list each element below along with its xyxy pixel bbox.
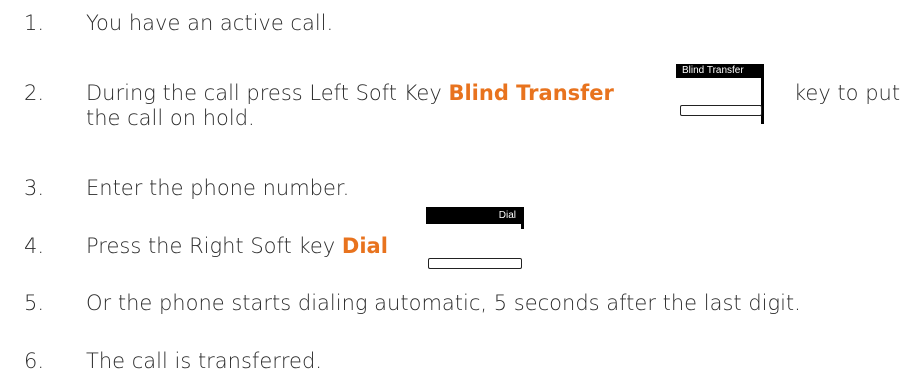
blind-transfer-softkey-graphic: Blind Transfer [676, 64, 776, 124]
step-number: 1. [24, 11, 45, 35]
step-text-after: key to put [794, 81, 901, 105]
step-text: Or the phone starts dialing automatic, 5… [86, 291, 801, 315]
step-text: Press the Right Soft key Dial [86, 234, 388, 258]
step-text: You have an active call. [86, 11, 334, 35]
softkey-label-bar: Dial [426, 207, 524, 224]
highlight-dial: Dial [341, 234, 388, 258]
step-number: 5. [24, 291, 45, 315]
softkey-label: Dial [498, 210, 516, 221]
softkey-button-icon [680, 105, 762, 116]
softkey-label: Blind Transfer [682, 65, 744, 76]
dial-softkey-graphic: Dial [426, 207, 526, 269]
step-text-before: Press the Right Soft key [86, 234, 342, 258]
step-text: During the call press Left Soft Key Blin… [86, 81, 614, 105]
step-text-before: During the call press Left Soft Key [86, 81, 449, 105]
step-number: 2. [24, 81, 45, 105]
highlight-blind-transfer: Blind Transfer [448, 81, 614, 105]
step-number: 4. [24, 234, 45, 258]
softkey-button-icon [428, 258, 522, 269]
softkey-screen-edge [521, 207, 524, 229]
step-text-line2: the call on hold. [86, 106, 255, 130]
step-number: 3. [24, 176, 45, 200]
softkey-label-bar: Blind Transfer [676, 64, 762, 78]
step-text: The call is transferred. [86, 349, 322, 373]
step-number: 6. [24, 349, 45, 373]
step-text: Enter the phone number. [86, 176, 350, 200]
